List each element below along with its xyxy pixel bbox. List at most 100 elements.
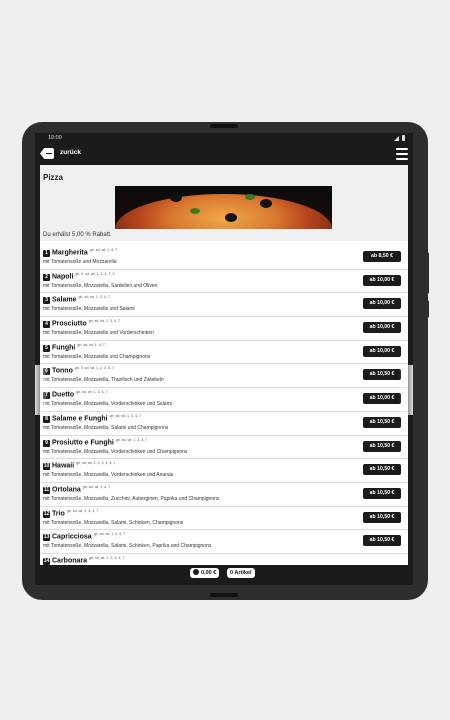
product-description: mit Tomatensoße, Mozzarella, Vorderschin…	[43, 448, 188, 455]
product-row[interactable]: 6Tonnogh, fi, sd, wt, 1, 2, 3, 4, 7mit T…	[40, 364, 408, 389]
product-row[interactable]: 1 Margherita gh, sd, wt, 1, 4, 7 mit Tomate…	[40, 246, 408, 270]
product-name: Carbonara	[52, 557, 88, 565]
product-name: Trio	[52, 509, 65, 517]
product-description: mit Tomatensoße, Mozzarella, Salami, Sch…	[43, 543, 212, 550]
back-button[interactable]: zurück	[60, 149, 81, 156]
product-row[interactable]: 9 Prosiutto e Funghi gh, sd, wt, 1, 3, 4, …	[40, 436, 408, 460]
product-name-line: Margherita gh, sd, wt, 1, 4, 7	[52, 248, 117, 256]
olive-decoration	[225, 213, 237, 222]
product-name-line: Carbonara gh, sd, wt, 1, 2, 3, 4, 7	[52, 556, 124, 564]
product-name-line: Trio gh, sd, wt, 1, 3, 4, 7	[52, 509, 98, 517]
product-number: 13	[43, 534, 50, 542]
product-number: 1	[43, 250, 50, 257]
product-name: Napoli	[52, 273, 74, 281]
product-row[interactable]: 13 Capricciosa gh, sd, wt, 1, 3, 4, 7 mit T…	[40, 530, 408, 554]
price-button[interactable]: ab 10,50 €	[363, 416, 401, 428]
product-name-line: Capricciosa gh, sd, wt, 1, 3, 4, 7	[52, 532, 125, 540]
allergen-codes: gh, fi, sd, wt, 1, 2, 3, 4, 7	[74, 366, 115, 371]
pizza-image	[115, 194, 332, 229]
menu-content[interactable]: Pizza Du erhälst 5,00 % Rabatt. 1 Margher…	[40, 165, 408, 565]
product-name: Salame	[52, 296, 77, 304]
power-button	[426, 300, 429, 318]
product-row[interactable]: 10 Hawaii gh, sd, wt, 1, 2, 3, 4, 6, 7 mit …	[40, 459, 408, 483]
product-name: Funghi	[52, 344, 76, 352]
product-name: Capricciosa	[52, 533, 92, 541]
product-description: mit Tomatensoße, Mozzarella, Salami, Sch…	[43, 519, 184, 526]
allergen-codes: gh, sd, wt, 1, 3, 4, 7	[93, 532, 126, 537]
product-row[interactable]: 4 Prosciutto gh, sd, wt, 1, 3, 4, 7 mit Tom…	[40, 317, 408, 341]
price-button[interactable]: ab 10,00 €	[363, 345, 401, 357]
allergen-codes: gh, sd, wt, 1, 3, 4, 7	[109, 413, 141, 418]
price-button[interactable]: ab 10,50 €	[363, 535, 401, 547]
price-button[interactable]: ab 8,50 €	[363, 251, 401, 262]
price-button[interactable]: ab 10,50 €	[363, 487, 401, 499]
product-description: mit Tomatensoße, Mozzarella, Vorderschin…	[43, 472, 174, 479]
product-number: 10	[43, 463, 50, 471]
product-description: mit Tomatensoße, Mozzarella und Salami	[43, 306, 135, 313]
allergen-codes: gh, sd, wt, 1, 2, 3, 4, 7	[89, 555, 125, 560]
cart-count-button[interactable]: 0 Artikel	[227, 568, 255, 578]
product-row[interactable]: 3 Salame gh, sd, wt, 1, 3, 4, 7 mit Tomaten…	[40, 293, 408, 318]
allergen-codes: gh, sd, wt, 1, 3, 4, 7	[66, 508, 99, 513]
product-name-line: Hawaii gh, sd, wt, 1, 2, 3, 4, 6, 7	[52, 461, 116, 469]
price-button[interactable]: ab 10,00 €	[363, 298, 401, 310]
price-button[interactable]: ab 10,50 €	[363, 464, 401, 476]
product-number: 2	[43, 273, 50, 281]
product-name-line: Duetto gh, sd, wt, 1, 3, 4, 7	[52, 390, 108, 398]
price-button[interactable]: ab 10,00 €	[363, 322, 401, 334]
allergen-codes: gh, sd, wt, 1, 4, 7	[89, 248, 118, 252]
app-screen: 10:00 zurück Pizza Du erhälst 5,00 % Rab…	[35, 133, 413, 585]
cart-icon	[193, 569, 199, 576]
allergen-codes: gh, sd, wt, 1, 3, 4, 7	[115, 437, 148, 442]
product-name: Duetto	[52, 391, 75, 399]
product-name: Tonno	[52, 367, 73, 375]
product-description: mit Tomatensoße, Mozzarella und Vordersc…	[43, 330, 154, 337]
product-row[interactable]: 5 Funghi gh, sd, wt, 1, 4, 7 mit Tomatensoß…	[40, 341, 408, 365]
scroll-edge-right	[399, 365, 413, 415]
allergen-codes: gh, sd, wt, 1, 3, 4, 7	[78, 295, 110, 300]
product-name-line: Salame e Funghi gh, sd, wt, 1, 3, 4, 7	[52, 414, 141, 422]
category-image	[115, 186, 332, 229]
back-arrow-icon[interactable]	[40, 148, 54, 159]
cart-total-button[interactable]: 0,00 €	[190, 568, 220, 578]
product-description: mit Tomatensoße, Mozzarella und Champign…	[43, 353, 151, 360]
allergen-codes: gh, sd, wt, 1, 2, 3, 4, 6, 7	[76, 461, 116, 466]
product-row[interactable]: 14 Carbonara gh, sd, wt, 1, 2, 3, 4, 7	[40, 554, 408, 565]
product-name-line: Prosciutto gh, sd, wt, 1, 3, 4, 7	[52, 319, 120, 327]
signal-icon	[394, 135, 399, 141]
price-button[interactable]: ab 10,50 €	[363, 440, 401, 452]
product-name: Prosiutto e Funghi	[52, 438, 114, 446]
cart-bar: 0,00 € 0 Artikel	[35, 565, 413, 585]
status-icons	[394, 133, 405, 143]
product-number: 14	[43, 557, 50, 565]
hamburger-menu-icon[interactable]	[396, 148, 408, 160]
price-button[interactable]: ab 10,00 €	[363, 274, 401, 286]
product-number: 5	[43, 344, 50, 352]
price-button[interactable]: ab 10,00 €	[363, 393, 401, 405]
product-number: 4	[43, 321, 50, 329]
allergen-codes: gh, fi, sd, wt, 1, 3, 4, 7, 9	[75, 271, 115, 276]
product-name-line: Tonno gh, fi, sd, wt, 1, 2, 3, 4, 7	[52, 366, 114, 374]
product-name: Prosciutto	[52, 320, 87, 328]
product-row[interactable]: 8 Salame e Funghi gh, sd, wt, 1, 3, 4, 7 mi…	[40, 412, 408, 436]
price-button[interactable]: ab 10,50 €	[363, 511, 401, 523]
product-row[interactable]: 7Duettogh, sd, wt, 1, 3, 4, 7mit Tomaten…	[40, 388, 408, 412]
allergen-codes: gh, sd, wt, 1, 3, 4, 7	[88, 319, 120, 324]
product-row[interactable]: 12 Trio gh, sd, wt, 1, 3, 4, 7 mit Tomatens…	[40, 507, 408, 531]
product-name: Salame e Funghi	[52, 415, 108, 423]
basil-decoration	[190, 208, 200, 214]
price-button[interactable]: ab 10,50 €	[363, 369, 401, 381]
cart-total: 0,00 €	[201, 570, 217, 576]
volume-button	[426, 252, 429, 294]
product-row[interactable]: 11 Ortolana gh, sd, wt, 1, 4, 7 mit Tomaten…	[40, 483, 408, 507]
product-description: mit Tomatensoße, Mozzarella, Salami und …	[43, 424, 169, 431]
category-header: Pizza Du erhälst 5,00 % Rabatt.	[40, 165, 408, 241]
product-row[interactable]: 2 Napoli gh, fi, sd, wt, 1, 3, 4, 7, 9 mit …	[40, 270, 408, 294]
basil-decoration	[245, 194, 255, 200]
product-name-line: Napoli gh, fi, sd, wt, 1, 3, 4, 7, 9	[52, 272, 115, 280]
battery-icon	[402, 135, 405, 141]
olive-decoration	[170, 193, 182, 202]
allergen-codes: gh, sd, wt, 1, 4, 7	[82, 484, 111, 489]
scroll-edge-left	[35, 365, 49, 415]
product-description: mit Tomatensoße, Mozzarella, Vorderschin…	[43, 401, 172, 408]
